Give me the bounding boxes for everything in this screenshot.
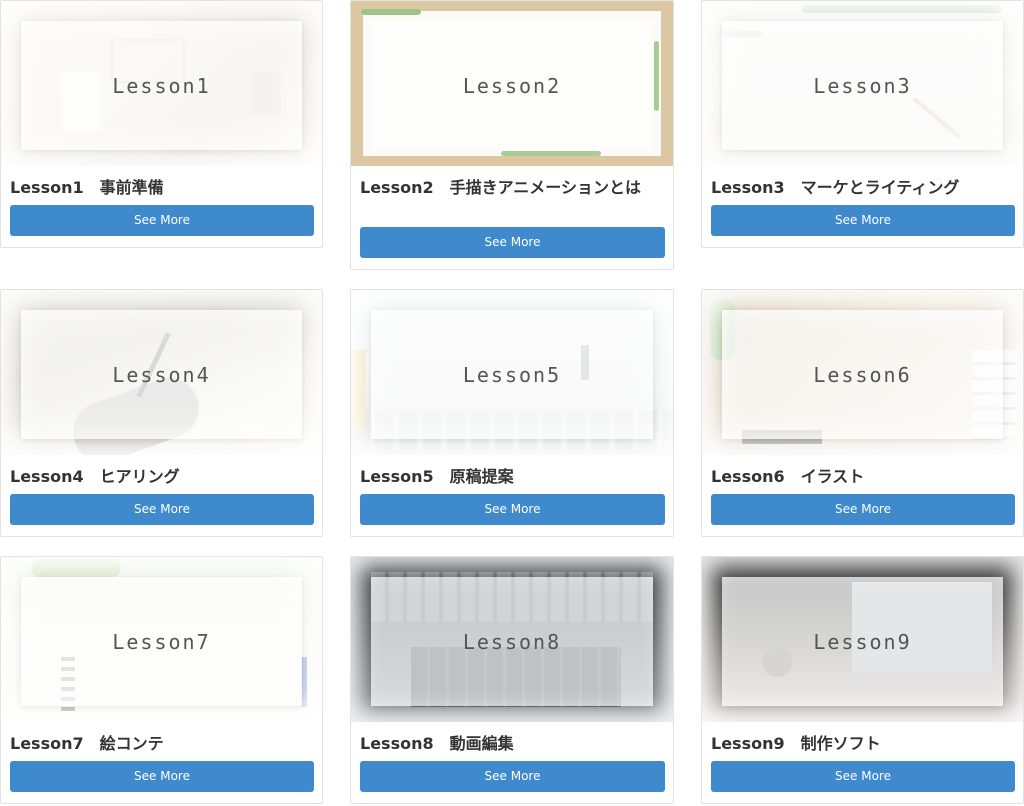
lesson-thumbnail[interactable]: Lesson6 <box>702 290 1023 455</box>
lesson-title[interactable]: Lesson2 手描きアニメーションとは <box>360 177 665 199</box>
lesson-card: Lesson2 Lesson2 手描きアニメーションとは See More <box>350 0 674 270</box>
lesson-thumbnail[interactable]: Lesson5 <box>351 290 673 455</box>
lesson-title[interactable]: Lesson3 マーケとライティング <box>711 177 1015 199</box>
thumbnail-overlay: Lesson2 <box>371 21 653 150</box>
lesson-title[interactable]: Lesson6 イラスト <box>711 466 1015 488</box>
see-more-button[interactable]: See More <box>360 227 665 258</box>
thumbnail-label: Lesson9 <box>813 629 912 654</box>
see-more-button[interactable]: See More <box>10 494 314 525</box>
see-more-button[interactable]: See More <box>711 761 1015 792</box>
lesson-thumbnail[interactable]: Lesson2 <box>351 1 673 166</box>
thumbnail-overlay: Lesson5 <box>371 310 653 439</box>
lesson-card: Lesson1 Lesson1 事前準備 See More <box>0 0 323 248</box>
thumbnail-label: Lesson5 <box>462 362 562 387</box>
thumbnail-overlay: Lesson7 <box>21 577 302 706</box>
lesson-card: Lesson4 Lesson4 ヒアリング See More <box>0 289 323 537</box>
thumbnail-label: Lesson4 <box>112 362 211 387</box>
see-more-button[interactable]: See More <box>711 494 1015 525</box>
lesson-card: Lesson8 Lesson8 動画編集 See More <box>350 556 674 804</box>
lesson-thumbnail[interactable]: Lesson4 <box>1 290 322 455</box>
thumbnail-overlay: Lesson9 <box>722 577 1003 706</box>
lesson-thumbnail[interactable]: Lesson7 <box>1 557 322 722</box>
lesson-thumbnail[interactable]: Lesson1 <box>1 1 322 166</box>
lesson-title[interactable]: Lesson9 制作ソフト <box>711 733 1015 755</box>
lesson-card: Lesson7 Lesson7 絵コンテ See More <box>0 556 323 804</box>
see-more-button[interactable]: See More <box>711 205 1015 236</box>
see-more-button[interactable]: See More <box>10 761 314 792</box>
lesson-thumbnail[interactable]: Lesson3 <box>702 1 1023 166</box>
thumbnail-label: Lesson3 <box>813 73 912 98</box>
thumbnail-overlay: Lesson4 <box>21 310 302 439</box>
see-more-button[interactable]: See More <box>360 494 665 525</box>
thumbnail-overlay: Lesson1 <box>21 21 302 150</box>
thumbnail-label: Lesson2 <box>462 73 562 98</box>
see-more-button[interactable]: See More <box>10 205 314 236</box>
thumbnail-label: Lesson7 <box>112 629 211 654</box>
lesson-card: Lesson9 Lesson9 制作ソフト See More <box>701 556 1024 804</box>
thumbnail-overlay: Lesson8 <box>371 577 653 706</box>
thumbnail-label: Lesson8 <box>462 629 562 654</box>
lesson-card: Lesson6 Lesson6 イラスト See More <box>701 289 1024 537</box>
see-more-button[interactable]: See More <box>360 761 665 792</box>
thumbnail-label: Lesson6 <box>813 362 912 387</box>
lesson-card: Lesson3 Lesson3 マーケとライティング See More <box>701 0 1024 248</box>
thumbnail-label: Lesson1 <box>112 73 211 98</box>
lesson-title[interactable]: Lesson8 動画編集 <box>360 733 665 755</box>
lesson-thumbnail[interactable]: Lesson9 <box>702 557 1023 722</box>
lesson-thumbnail[interactable]: Lesson8 <box>351 557 673 722</box>
lesson-title[interactable]: Lesson5 原稿提案 <box>360 466 665 488</box>
lesson-title[interactable]: Lesson7 絵コンテ <box>10 733 314 755</box>
lesson-title[interactable]: Lesson1 事前準備 <box>10 177 314 199</box>
thumbnail-overlay: Lesson6 <box>722 310 1003 439</box>
lesson-title[interactable]: Lesson4 ヒアリング <box>10 466 314 488</box>
lesson-card: Lesson5 Lesson5 原稿提案 See More <box>350 289 674 537</box>
thumbnail-overlay: Lesson3 <box>722 21 1003 150</box>
